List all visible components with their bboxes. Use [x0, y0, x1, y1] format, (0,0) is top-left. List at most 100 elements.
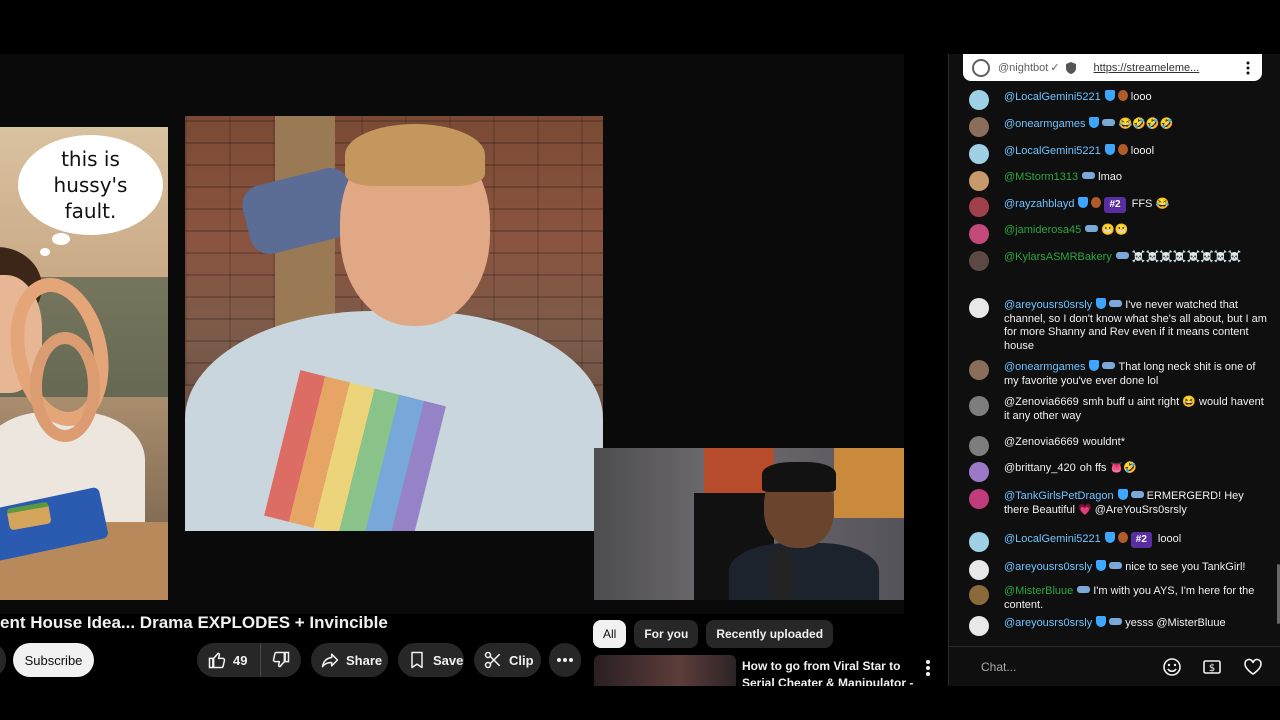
more-horizontal-icon: [557, 658, 573, 662]
chat-avatar[interactable]: [969, 251, 989, 271]
pinned-link[interactable]: https://streameleme...: [1094, 62, 1200, 74]
chat-avatar[interactable]: [969, 560, 989, 580]
chat-author[interactable]: @areyousrs0srsly: [1004, 561, 1092, 573]
more-actions-button[interactable]: [549, 643, 581, 677]
chat-message: @LocalGemini5221 looo: [969, 90, 1269, 110]
chat-avatar[interactable]: [969, 436, 989, 456]
more-vertical-icon[interactable]: [1246, 61, 1250, 75]
chat-avatar[interactable]: [969, 396, 989, 416]
chat-message: @rayzahblayd #2 FFS 😂: [969, 197, 1269, 217]
chat-message: @MStorm1313 lmao: [969, 171, 1269, 191]
member-badge-icon: [1102, 362, 1116, 369]
chat-avatar[interactable]: [969, 224, 989, 244]
chat-author[interactable]: @brittany_420: [1004, 462, 1076, 474]
thumbs-up-icon: [208, 652, 226, 669]
chat-author[interactable]: @LocalGemini5221: [1004, 145, 1101, 157]
video-actions-bar: Subscribe 49 Share Save Clip: [0, 643, 590, 677]
channel-avatar[interactable]: [0, 643, 6, 677]
chat-author[interactable]: @onearmgames: [1004, 118, 1085, 130]
share-button[interactable]: Share: [311, 643, 388, 677]
chat-avatar[interactable]: [969, 117, 989, 137]
pinned-message[interactable]: @nightbot ✓ https://streameleme...: [963, 54, 1262, 81]
dislike-button[interactable]: [261, 643, 301, 677]
pinned-author: @nightbot: [998, 61, 1049, 74]
member-badge-icon: [1082, 172, 1096, 179]
member-shield-icon: [1096, 560, 1107, 571]
chat-avatar[interactable]: [969, 585, 989, 605]
chat-author[interactable]: @Zenovia6669: [1004, 436, 1079, 448]
member-shield-icon: [1096, 298, 1107, 309]
chat-message: @Zenovia6669 wouldnt*: [969, 436, 1269, 456]
chat-text: wouldnt*: [1082, 436, 1125, 448]
like-button[interactable]: 49: [197, 643, 261, 677]
member-shield-icon: [1117, 489, 1128, 500]
recommended-video[interactable]: How to go from Viral Star to Serial Chea…: [594, 655, 940, 686]
save-button[interactable]: Save: [398, 643, 464, 677]
chat-author[interactable]: @TankGirlsPetDragon: [1004, 490, 1114, 502]
chat-avatar[interactable]: [969, 171, 989, 191]
chat-author[interactable]: @LocalGemini5221: [1004, 91, 1101, 103]
verified-check-icon: ✓: [1050, 62, 1060, 74]
chat-avatar[interactable]: [969, 616, 989, 636]
cartoon-thumbnail-image: this is hussy's fault.: [0, 127, 168, 600]
streamer-webcam: [594, 448, 904, 600]
chat-avatar[interactable]: [969, 298, 989, 318]
chat-author[interactable]: @KylarsASMRBakery: [1004, 251, 1112, 263]
main-photo-image: [185, 116, 603, 531]
share-label: Share: [346, 652, 383, 668]
recommended-title[interactable]: How to go from Viral Star to Serial Chea…: [742, 658, 917, 686]
member-badge-icon: [1109, 618, 1123, 625]
live-chat-panel: @nightbot ✓ https://streameleme... @Loca…: [948, 54, 1280, 686]
chat-author[interactable]: @MStorm1313: [1004, 171, 1078, 183]
chip-for-you[interactable]: For you: [634, 620, 699, 648]
chat-author[interactable]: @jamiderosa45: [1004, 224, 1081, 236]
chat-author[interactable]: @areyousrs0srsly: [1004, 299, 1092, 311]
chat-avatar[interactable]: [969, 90, 989, 110]
chat-text: 😂🤣🤣🤣: [1118, 118, 1174, 130]
chat-text: 😬😬: [1101, 224, 1129, 236]
heart-icon[interactable]: [1243, 657, 1263, 677]
chat-author[interactable]: @Zenovia6669: [1004, 396, 1079, 408]
chat-avatar[interactable]: [969, 144, 989, 164]
chat-avatar[interactable]: [969, 360, 989, 380]
chat-message: @areyousrs0srsly nice to see you TankGirl…: [969, 560, 1269, 580]
video-title: ent House Idea... Drama EXPLODES + Invin…: [0, 613, 388, 632]
scissors-icon: [484, 651, 501, 669]
member-shield-icon: [1096, 616, 1107, 627]
chat-message: @onearmgames That long neck shit is one o…: [969, 360, 1269, 388]
recommended-thumbnail[interactable]: [594, 655, 736, 686]
chip-recently-uploaded[interactable]: Recently uploaded: [706, 620, 834, 648]
chat-avatar[interactable]: [969, 197, 989, 217]
chat-avatar[interactable]: [969, 532, 989, 552]
chat-input[interactable]: Chat...: [969, 653, 1169, 681]
chat-message: @LocalGemini5221 #2 loool: [969, 532, 1269, 552]
chat-avatar[interactable]: [969, 489, 989, 509]
chat-message: @KylarsASMRBakery ☠️☠️☠️☠️☠️☠️☠️☠️: [969, 251, 1269, 271]
dollar-icon[interactable]: $: [1202, 657, 1222, 677]
chip-all[interactable]: All: [593, 620, 627, 648]
bottom-black-bar: [0, 686, 1280, 720]
chat-message: @MisterBluue I'm with you AYS, I'm here f…: [969, 585, 1269, 612]
chat-author[interactable]: @LocalGemini5221: [1004, 533, 1101, 545]
like-count: 49: [233, 652, 248, 668]
member-shield-icon: [1104, 144, 1115, 155]
chat-author[interactable]: @rayzahblayd: [1004, 198, 1074, 210]
chat-text: looo: [1130, 91, 1152, 103]
chat-text: loool: [1130, 145, 1155, 157]
member-badge-icon: [1130, 491, 1144, 498]
clip-button[interactable]: Clip: [474, 643, 541, 677]
chat-author[interactable]: @MisterBluue: [1004, 585, 1073, 597]
chat-message: @onearmgames 😂🤣🤣🤣: [969, 117, 1269, 137]
chat-text: nice to see you TankGirl!: [1125, 561, 1246, 573]
member-shield-icon: [1104, 532, 1115, 543]
chat-message: @jamiderosa45 😬😬: [969, 224, 1269, 244]
chat-author[interactable]: @onearmgames: [1004, 361, 1085, 373]
chat-author[interactable]: @areyousrs0srsly: [1004, 617, 1092, 629]
subscribe-button[interactable]: Subscribe: [13, 643, 94, 677]
chat-message: @brittany_420 oh ffs 👅🤣: [969, 462, 1269, 482]
chat-text: lmao: [1098, 171, 1122, 183]
chat-avatar[interactable]: [969, 462, 989, 482]
more-vertical-icon[interactable]: [920, 658, 936, 678]
save-label: Save: [433, 652, 464, 668]
smiley-icon[interactable]: [1162, 657, 1182, 677]
